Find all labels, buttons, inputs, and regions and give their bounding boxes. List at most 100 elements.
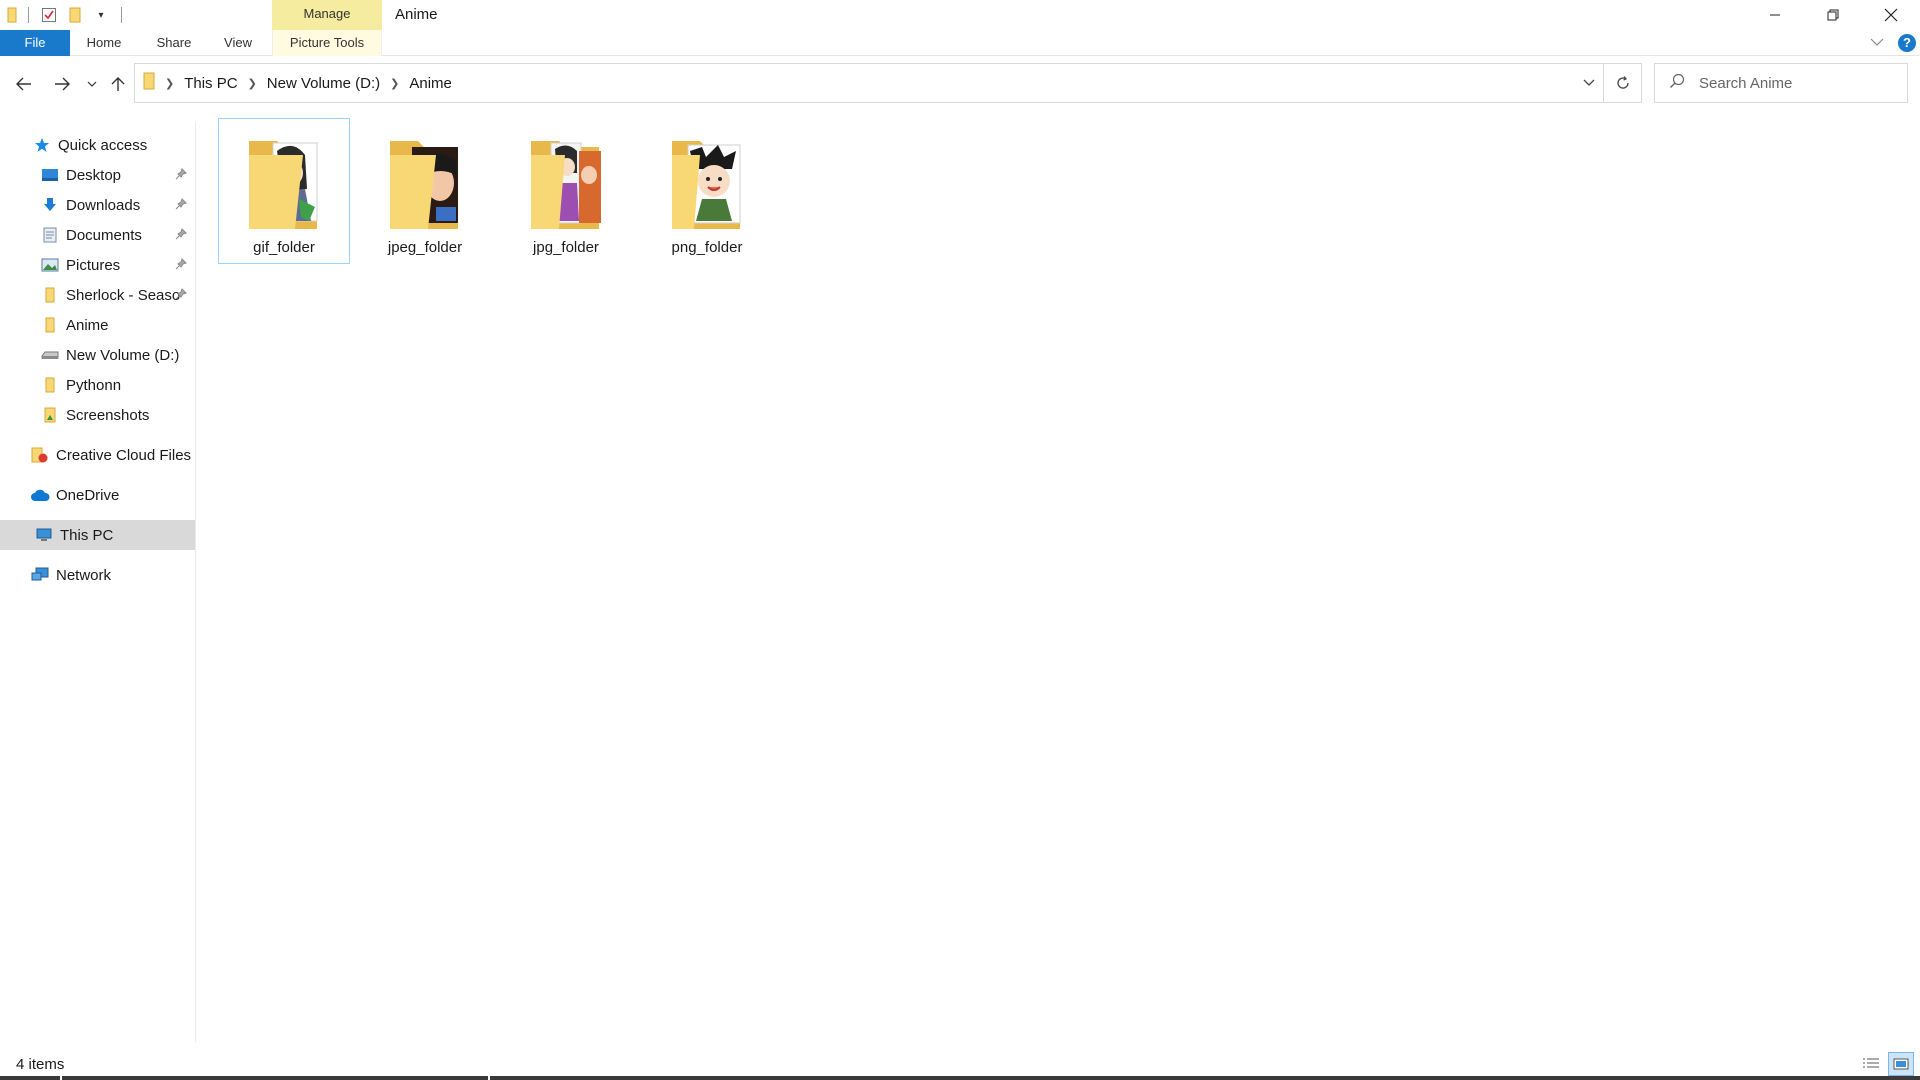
sidebar-item-label: This PC <box>60 526 114 544</box>
onedrive-cloud-icon <box>30 485 50 505</box>
sidebar-item-label: Downloads <box>66 196 141 214</box>
folder-icon <box>40 315 60 335</box>
properties-icon[interactable] <box>39 5 59 25</box>
tab-file[interactable]: File <box>0 30 70 56</box>
sidebar-item-label: Network <box>56 566 112 584</box>
sidebar-item-network[interactable]: Network <box>0 560 195 590</box>
sidebar-item-label: Desktop <box>66 166 122 184</box>
ribbon: File Home Share View Picture Tools ? <box>0 30 1920 56</box>
ribbon-right-controls: ? <box>1870 30 1920 56</box>
window-title: Anime <box>395 6 438 23</box>
sidebar-item-creative-cloud[interactable]: Creative Cloud Files <box>0 440 195 470</box>
chevron-right-icon[interactable]: ❯ <box>248 77 257 90</box>
screenshots-folder-icon <box>40 405 60 425</box>
folder-icon <box>2 5 22 25</box>
download-icon <box>40 195 60 215</box>
chevron-right-icon[interactable]: ❯ <box>165 77 174 90</box>
address-bar[interactable]: ❯ This PC ❯ New Volume (D:) ❯ Anime <box>134 63 1604 103</box>
sidebar-item-new-volume[interactable]: New Volume (D:) <box>0 340 195 370</box>
star-icon <box>32 135 52 155</box>
manage-contextual-tab[interactable]: Manage <box>272 0 382 30</box>
network-icon <box>30 565 50 585</box>
address-dropdown-icon[interactable] <box>1583 75 1595 92</box>
pictures-icon <box>40 255 60 275</box>
sidebar-item-label: Sherlock - Seaso <box>66 286 181 304</box>
breadcrumb: ❯ This PC ❯ New Volume (D:) ❯ Anime <box>155 75 452 92</box>
sidebar-item-desktop[interactable]: Desktop <box>0 160 195 190</box>
separator <box>121 7 122 23</box>
tab-picture-tools[interactable]: Picture Tools <box>272 30 382 56</box>
sidebar-item-label: OneDrive <box>56 486 120 504</box>
sidebar-item-pictures[interactable]: Pictures <box>0 250 195 280</box>
forward-button[interactable] <box>50 72 74 96</box>
title-bar: ▾ Manage Anime <box>0 0 1920 30</box>
anime-folder-thumbnail-icon <box>672 141 741 229</box>
file-name: jpeg_folder <box>387 239 463 256</box>
sidebar-item-onedrive[interactable]: OneDrive <box>0 480 195 510</box>
close-button[interactable] <box>1862 0 1920 30</box>
file-name: png_folder <box>671 239 743 256</box>
breadcrumb-anime[interactable]: Anime <box>409 75 452 92</box>
search-box[interactable] <box>1654 63 1908 103</box>
expand-ribbon-icon[interactable] <box>1870 36 1884 50</box>
tab-home[interactable]: Home <box>80 30 128 56</box>
tab-view[interactable]: View <box>216 30 260 56</box>
sidebar-item-label: New Volume (D:) <box>66 346 180 364</box>
drive-icon <box>40 345 60 365</box>
restore-button[interactable] <box>1804 0 1862 30</box>
pin-icon[interactable] <box>175 257 187 274</box>
sidebar-item-label: Documents <box>66 226 142 244</box>
pin-icon[interactable] <box>175 167 187 184</box>
tab-share[interactable]: Share <box>150 30 198 56</box>
up-button[interactable] <box>106 72 130 96</box>
sidebar-item-label: Anime <box>66 316 109 334</box>
folder-tile-gif[interactable]: gif_folder <box>218 118 350 264</box>
customize-toolbar-icon[interactable]: ▾ <box>91 5 111 25</box>
large-icons-view-button[interactable] <box>1888 1052 1914 1076</box>
sidebar-item-label: Pythonn <box>66 376 122 394</box>
sidebar-item-downloads[interactable]: Downloads <box>0 190 195 220</box>
separator <box>28 7 29 23</box>
item-count: 4 items <box>16 1056 65 1073</box>
folder-tile-png[interactable]: png_folder <box>641 118 773 264</box>
view-toggle <box>1858 1052 1914 1076</box>
back-button[interactable] <box>12 72 36 96</box>
pin-icon[interactable] <box>175 197 187 214</box>
details-view-button[interactable] <box>1858 1052 1884 1076</box>
divider <box>60 1076 62 1080</box>
breadcrumb-new-volume[interactable]: New Volume (D:) <box>267 75 380 92</box>
minimize-button[interactable] <box>1746 0 1804 30</box>
folder-icon <box>40 285 60 305</box>
documents-icon <box>40 225 60 245</box>
pin-icon[interactable] <box>175 227 187 244</box>
sidebar-item-this-pc[interactable]: This PC <box>0 520 195 550</box>
breadcrumb-this-pc[interactable]: This PC <box>184 75 237 92</box>
search-input[interactable] <box>1697 73 1897 93</box>
anime-folder-thumbnail-icon <box>249 141 318 229</box>
folder-tile-jpg[interactable]: jpg_folder <box>500 118 632 264</box>
divider <box>488 1076 490 1080</box>
sidebar-item-documents[interactable]: Documents <box>0 220 195 250</box>
recent-locations-button[interactable] <box>80 72 104 96</box>
folder-icon <box>40 375 60 395</box>
new-folder-icon[interactable] <box>65 5 85 25</box>
sidebar-item-pythonn[interactable]: Pythonn <box>0 370 195 400</box>
folder-icon <box>143 72 155 94</box>
sidebar-item-anime[interactable]: Anime <box>0 310 195 340</box>
file-name: jpg_folder <box>533 239 599 256</box>
sidebar-item-label: Pictures <box>66 256 121 274</box>
folder-tile-jpeg[interactable]: jpeg_folder <box>359 118 491 264</box>
desktop-icon <box>40 165 60 185</box>
help-icon[interactable]: ? <box>1898 34 1916 52</box>
chevron-right-icon[interactable]: ❯ <box>390 77 399 90</box>
search-icon <box>1669 73 1685 94</box>
sidebar-item-sherlock[interactable]: Sherlock - Seaso <box>0 280 195 310</box>
pin-icon[interactable] <box>175 287 187 304</box>
refresh-button[interactable] <box>1604 63 1642 103</box>
quick-access-toolbar: ▾ <box>0 0 132 30</box>
creative-cloud-icon <box>30 445 50 465</box>
sidebar-item-label: Creative Cloud Files <box>56 446 192 464</box>
taskbar-edge <box>0 1076 1920 1080</box>
sidebar-item-quick-access[interactable]: Quick access <box>0 130 195 160</box>
sidebar-item-screenshots[interactable]: Screenshots <box>0 400 195 430</box>
